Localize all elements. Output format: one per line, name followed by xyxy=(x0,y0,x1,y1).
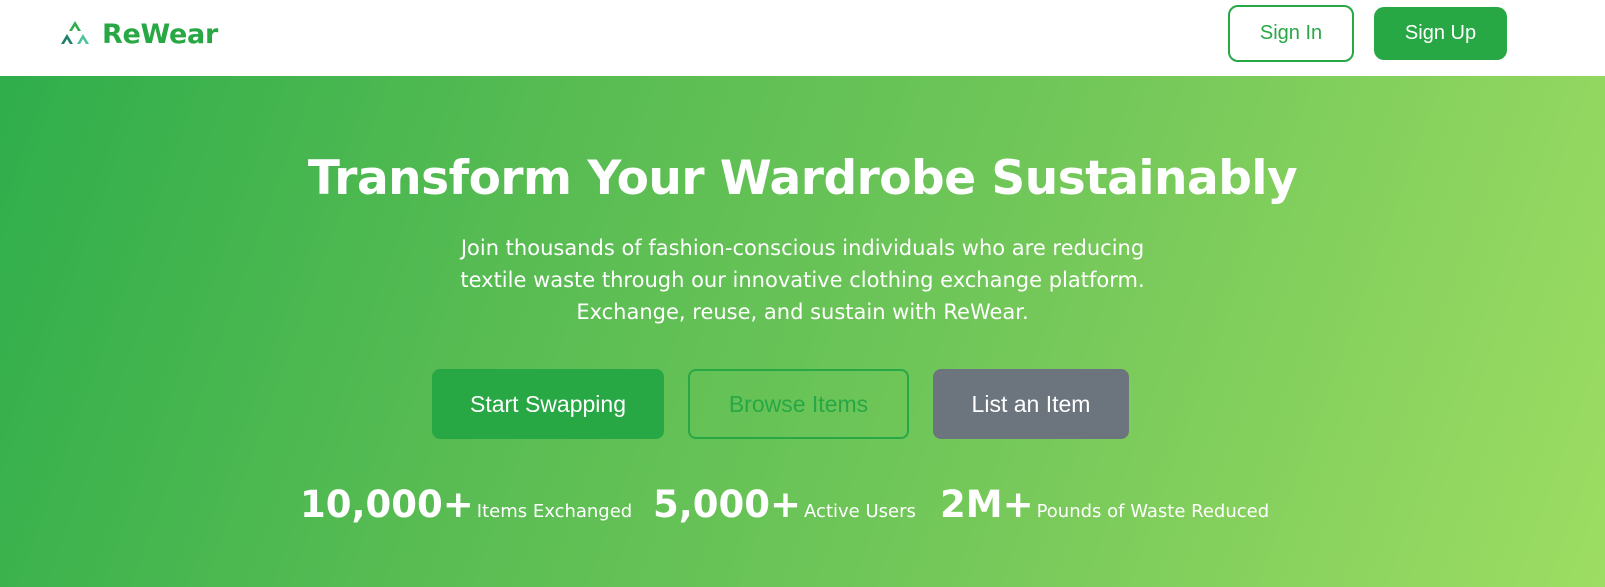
hero-section: Transform Your Wardrobe Sustainably Join… xyxy=(0,76,1605,587)
hero-title: Transform Your Wardrobe Sustainably xyxy=(307,151,1298,206)
brand-logo[interactable]: ReWear xyxy=(58,17,218,51)
stat-label: Pounds of Waste Reduced xyxy=(1036,501,1270,522)
stat-value: 2M+ xyxy=(940,483,1034,526)
stat-value: 5,000+ xyxy=(653,483,802,526)
list-item-button[interactable]: List an Item xyxy=(933,369,1129,439)
sign-up-button[interactable]: Sign Up xyxy=(1374,7,1507,60)
hero-subtitle-line: Exchange, reuse, and sustain with ReWear… xyxy=(576,300,1029,324)
hero-subtitle-line: Join thousands of fashion-conscious indi… xyxy=(460,236,1145,260)
stat-waste-reduced: 2M+ Pounds of Waste Reduced xyxy=(940,483,1269,526)
sign-in-button[interactable]: Sign In xyxy=(1228,5,1354,62)
stat-active-users: 5,000+ Active Users xyxy=(653,483,916,526)
hero-subtitle: Join thousands of fashion-conscious indi… xyxy=(402,232,1203,328)
hero-subtitle-line: textile waste through our innovative clo… xyxy=(460,268,1145,292)
stat-label: Active Users xyxy=(804,501,916,522)
browse-items-button[interactable]: Browse Items xyxy=(688,369,909,439)
stat-value: 10,000+ xyxy=(300,483,474,526)
stat-items-exchanged: 10,000+ Items Exchanged xyxy=(300,483,632,526)
stat-label: Items Exchanged xyxy=(476,501,633,522)
brand-name: ReWear xyxy=(102,18,218,50)
recycle-icon xyxy=(61,21,89,44)
navbar: ReWear Sign In Sign Up xyxy=(0,0,1605,76)
start-swapping-button[interactable]: Start Swapping xyxy=(432,369,664,439)
